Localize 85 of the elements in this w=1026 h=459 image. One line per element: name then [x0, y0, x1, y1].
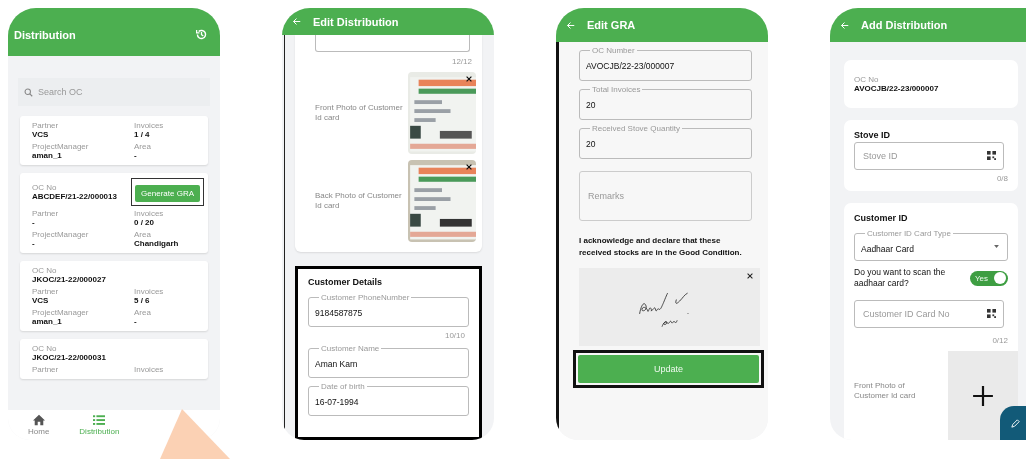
field-label: Partner	[32, 365, 60, 374]
field-value: -	[134, 317, 138, 326]
qr-code-icon[interactable]	[987, 308, 996, 318]
field-value: -	[134, 151, 138, 160]
text-field[interactable]: Received Stove Quantity 20	[579, 124, 752, 159]
nav-item[interactable]: Home	[28, 414, 50, 436]
character-counter: 0/12	[991, 335, 1008, 345]
field-value: VCS	[32, 130, 50, 139]
qr-code-icon[interactable]	[987, 151, 996, 160]
text-field[interactable]: Date of birth 16-07-1994	[308, 382, 469, 416]
field-label: Area	[134, 142, 152, 151]
field-value: -	[32, 239, 36, 248]
text-field[interactable]: Customer Name Aman Karn	[308, 344, 469, 378]
field-label: OC No	[854, 75, 880, 84]
edit-button[interactable]	[1000, 406, 1026, 440]
field-label: Invoices	[134, 365, 165, 374]
home-icon	[31, 414, 46, 426]
photo-label: Front Photo of Customer Id card	[854, 380, 917, 402]
field-value: -	[32, 218, 36, 227]
field-label: Invoices	[134, 121, 165, 130]
text-field[interactable]: OC Number AVOCJB/22-23/000007	[579, 46, 752, 81]
close-icon[interactable]	[746, 272, 754, 281]
search-field[interactable]: Search OC	[18, 78, 210, 106]
character-counter: 12/12	[450, 57, 472, 66]
photo-label: Back Photo of Customer Id card	[315, 190, 403, 212]
field-value: aman_1	[32, 317, 63, 326]
id-number-field[interactable]: Customer ID Card No	[854, 299, 1004, 328]
field-label: Invoices	[134, 209, 165, 218]
screen-title: Distribution	[14, 28, 76, 41]
back-icon[interactable]	[292, 17, 301, 26]
stove-id-field[interactable]: Stove ID	[854, 142, 1004, 170]
screen-title: Edit GRA	[587, 19, 636, 31]
text-field[interactable]: Total Invoices 20	[579, 85, 752, 120]
field-label: Partner	[32, 121, 60, 130]
distribution-card[interactable]: OC No ABCDEF/21-22/000013 Generate GRA Partner - Invoices 0 / 20 ProjectManager - Area Chandigarh	[20, 173, 208, 253]
field-value: VCS	[32, 296, 50, 305]
field-label: OC No	[32, 183, 58, 192]
field-label: ProjectManager	[32, 230, 90, 239]
field-value: ABCDEF/21-22/000013	[32, 192, 117, 201]
history-icon[interactable]	[195, 28, 208, 41]
distribution-card[interactable]: OC No JKOC/21-22/000031 Partner Invoices	[20, 339, 208, 379]
close-icon[interactable]	[465, 163, 473, 171]
text-field[interactable]: Customer PhoneNumber 9184587875	[308, 293, 469, 327]
annotation-arrow	[160, 409, 230, 459]
screen-title: Edit Distribution	[313, 15, 399, 28]
field-label: Area	[134, 308, 152, 317]
declaration-text: I acknowledge and declare that these received stocks are in the Good Condition.	[579, 235, 743, 259]
field-label: ProjectManager	[32, 308, 90, 317]
plus-icon	[972, 384, 994, 407]
field-label: Invoices	[134, 287, 165, 296]
field-value: Chandigarh	[134, 239, 180, 248]
back-icon[interactable]	[840, 20, 849, 30]
section-title: Customer ID	[854, 213, 909, 223]
input-field[interactable]	[315, 35, 470, 52]
distribution-card[interactable]: Partner VCS Invoices 1 / 4 ProjectManager aman_1 Area -	[20, 116, 208, 165]
section-title: Stove ID	[854, 130, 891, 140]
field-label: Area	[134, 230, 152, 239]
list-icon	[92, 414, 107, 426]
field-value: 5 / 6	[134, 296, 151, 305]
field-label: Partner	[32, 209, 60, 218]
scan-question: Do you want to scan the aadhaar card?	[854, 267, 947, 290]
distribution-card[interactable]: OC No JKOC/21-22/000027 Partner VCS Invoices 5 / 6 ProjectManager aman_1 Area -	[20, 261, 208, 331]
add-photo-button[interactable]	[948, 350, 1018, 440]
field-label: ProjectManager	[32, 142, 90, 151]
field-value: 1 / 4	[134, 130, 151, 139]
field-value: 0 / 20	[134, 218, 155, 227]
character-counter: 10/10	[443, 331, 465, 340]
id-type-dropdown[interactable]: Customer ID Card Type Aadhaar Card	[854, 229, 1008, 261]
photo-label: Front Photo of Customer Id card	[315, 102, 404, 124]
field-value: JKOC/21-22/000027	[32, 275, 106, 284]
section-title: Customer Details	[308, 277, 384, 287]
back-icon[interactable]	[566, 20, 575, 30]
field-label: Partner	[32, 287, 60, 296]
remarks-field[interactable]: Remarks	[579, 171, 752, 221]
character-counter: 0/8	[995, 174, 1008, 183]
pencil-icon	[1009, 417, 1021, 429]
field-value: AVOCJB/22-23/000007	[854, 84, 940, 93]
close-icon[interactable]	[465, 75, 473, 83]
field-value: aman_1	[32, 151, 63, 160]
screen-title: Add Distribution	[861, 19, 948, 31]
field-label: OC No	[32, 266, 58, 275]
field-label: OC No	[32, 344, 58, 353]
search-icon	[24, 88, 33, 97]
caret-icon	[994, 245, 999, 248]
field-value: JKOC/21-22/000031	[32, 353, 106, 362]
